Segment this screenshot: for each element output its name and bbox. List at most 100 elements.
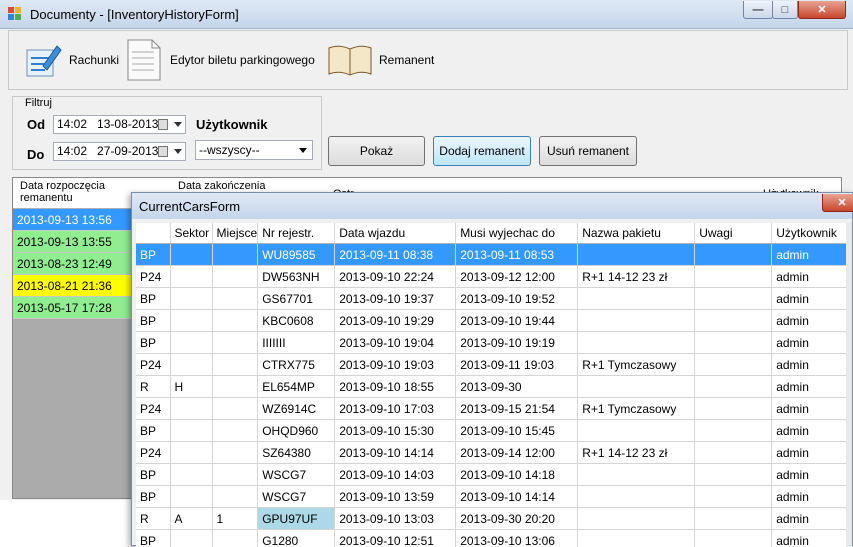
toolbar-ticket-editor-button[interactable]: Edytor biletu parkingowego — [124, 37, 315, 83]
table-cell[interactable] — [212, 398, 258, 420]
table-cell[interactable]: 2013-09-10 13:06 — [456, 530, 578, 547]
table-cell[interactable] — [695, 332, 772, 354]
table-cell[interactable] — [170, 530, 212, 547]
table-cell[interactable]: BP — [136, 288, 170, 310]
table-row[interactable]: BPG12802013-09-10 12:512013-09-10 13:06a… — [136, 530, 850, 547]
table-cell[interactable] — [578, 288, 695, 310]
table-cell[interactable]: KBC0608 — [258, 310, 335, 332]
table-row[interactable]: BPGS677012013-09-10 19:372013-09-10 19:5… — [136, 288, 850, 310]
table-cell[interactable]: 2013-09-10 22:24 — [335, 266, 456, 288]
table-cell[interactable]: admin — [772, 420, 850, 442]
table-cell[interactable]: A — [170, 508, 212, 530]
inventory-row[interactable]: 2013-05-17 17:28 — [13, 297, 139, 319]
table-cell[interactable]: 2013-09-10 12:51 — [335, 530, 456, 547]
table-cell[interactable] — [170, 266, 212, 288]
table-cell[interactable] — [170, 332, 212, 354]
table-cell[interactable]: WZ6914C — [258, 398, 335, 420]
table-row[interactable]: RA1GPU97UF2013-09-10 13:032013-09-30 20:… — [136, 508, 850, 530]
table-cell[interactable] — [212, 530, 258, 547]
table-cell[interactable]: BP — [136, 530, 170, 547]
delete-inventory-button[interactable]: Usuń remanent — [539, 136, 637, 166]
cars-column-header[interactable]: Sektor — [170, 223, 212, 244]
table-cell[interactable] — [695, 486, 772, 508]
table-cell[interactable]: R+1 Tymczasowy — [578, 398, 695, 420]
cars-column-header[interactable] — [136, 223, 170, 244]
table-cell[interactable]: 2013-09-12 12:00 — [456, 266, 578, 288]
add-inventory-button[interactable]: Dodaj remanent — [433, 136, 531, 166]
table-cell[interactable]: WSCG7 — [258, 486, 335, 508]
table-cell[interactable]: GS67701 — [258, 288, 335, 310]
table-cell[interactable] — [212, 266, 258, 288]
toolbar-rachunki-button[interactable]: Rachunki — [23, 37, 119, 83]
table-cell[interactable] — [212, 288, 258, 310]
table-cell[interactable]: R+1 14-12 23 zł — [578, 442, 695, 464]
cars-column-header[interactable]: Miejsce — [212, 223, 258, 244]
table-cell[interactable]: R+1 Tymczasowy — [578, 354, 695, 376]
table-cell[interactable]: admin — [772, 288, 850, 310]
table-cell[interactable]: 2013-09-10 14:03 — [335, 464, 456, 486]
table-cell[interactable]: R — [136, 376, 170, 398]
table-row[interactable]: BPKBC06082013-09-10 19:292013-09-10 19:4… — [136, 310, 850, 332]
table-cell[interactable]: G1280 — [258, 530, 335, 547]
table-cell[interactable] — [212, 420, 258, 442]
table-cell[interactable]: P24 — [136, 354, 170, 376]
table-row[interactable]: BP IIIIIII2013-09-10 19:042013-09-10 19:1… — [136, 332, 850, 354]
table-cell[interactable]: IIIIIII — [258, 332, 335, 354]
table-cell[interactable]: BP — [136, 420, 170, 442]
table-cell[interactable]: admin — [772, 332, 850, 354]
column-start-date[interactable]: Data rozpoczęcia remanentu — [20, 180, 135, 204]
table-cell[interactable] — [212, 354, 258, 376]
table-row[interactable]: P24DW563NH2013-09-10 22:242013-09-12 12:… — [136, 266, 850, 288]
table-cell[interactable] — [578, 420, 695, 442]
table-cell[interactable] — [212, 464, 258, 486]
table-cell[interactable]: 2013-09-10 19:19 — [456, 332, 578, 354]
cars-column-header[interactable]: Nr rejestr. — [258, 223, 335, 244]
table-cell[interactable] — [695, 530, 772, 547]
table-cell[interactable]: 2013-09-10 13:03 — [335, 508, 456, 530]
table-cell[interactable] — [170, 464, 212, 486]
calendar-icon[interactable] — [158, 119, 168, 130]
vertical-scrollbar[interactable] — [846, 223, 852, 547]
table-cell[interactable] — [695, 310, 772, 332]
table-cell[interactable] — [695, 398, 772, 420]
table-cell[interactable]: R+1 14-12 23 zł — [578, 266, 695, 288]
minimize-button[interactable]: — — [743, 1, 773, 19]
table-cell[interactable]: 2013-09-10 18:55 — [335, 376, 456, 398]
table-row[interactable]: BPWU895852013-09-11 08:382013-09-11 08:5… — [136, 244, 850, 266]
table-cell[interactable]: 2013-09-10 15:45 — [456, 420, 578, 442]
table-cell[interactable]: admin — [772, 464, 850, 486]
show-button[interactable]: Pokaż — [328, 136, 425, 166]
inventory-row[interactable]: 2013-08-21 21:36 — [13, 275, 139, 297]
to-datetime-picker[interactable]: 14:02 27-09-2013 — [53, 142, 186, 161]
table-cell[interactable] — [695, 354, 772, 376]
table-cell[interactable]: 2013-09-30 20:20 — [456, 508, 578, 530]
table-cell[interactable]: 2013-09-11 19:03 — [456, 354, 578, 376]
table-row[interactable]: P24SZ643802013-09-10 14:142013-09-14 12:… — [136, 442, 850, 464]
table-row[interactable]: BPWSCG72013-09-10 14:032013-09-10 14:18a… — [136, 464, 850, 486]
cars-column-header[interactable]: Data wjazdu — [335, 223, 456, 244]
table-cell[interactable]: 2013-09-10 19:04 — [335, 332, 456, 354]
table-cell[interactable]: DW563NH — [258, 266, 335, 288]
table-cell[interactable] — [170, 310, 212, 332]
table-cell[interactable]: BP — [136, 332, 170, 354]
chevron-down-icon[interactable] — [174, 122, 182, 127]
table-cell[interactable]: H — [170, 376, 212, 398]
table-cell[interactable] — [578, 486, 695, 508]
table-cell[interactable] — [578, 332, 695, 354]
table-cell[interactable]: P24 — [136, 398, 170, 420]
cars-grid[interactable]: SektorMiejsceNr rejestr.Data wjazduMusi … — [136, 223, 852, 547]
table-row[interactable]: BPOHQD9602013-09-10 15:302013-09-10 15:4… — [136, 420, 850, 442]
table-cell[interactable] — [170, 442, 212, 464]
table-cell[interactable]: GPU97UF — [258, 508, 335, 530]
table-cell[interactable] — [695, 244, 772, 266]
table-cell[interactable] — [578, 464, 695, 486]
table-cell[interactable]: 2013-09-11 08:38 — [335, 244, 456, 266]
table-cell[interactable]: CTRX775 — [258, 354, 335, 376]
table-cell[interactable] — [170, 354, 212, 376]
table-cell[interactable]: 2013-09-10 19:44 — [456, 310, 578, 332]
table-cell[interactable]: 2013-09-10 19:52 — [456, 288, 578, 310]
inventory-row[interactable]: 2013-08-23 12:49 — [13, 253, 139, 275]
table-cell[interactable]: 2013-09-10 19:29 — [335, 310, 456, 332]
table-cell[interactable]: admin — [772, 376, 850, 398]
table-cell[interactable] — [695, 464, 772, 486]
